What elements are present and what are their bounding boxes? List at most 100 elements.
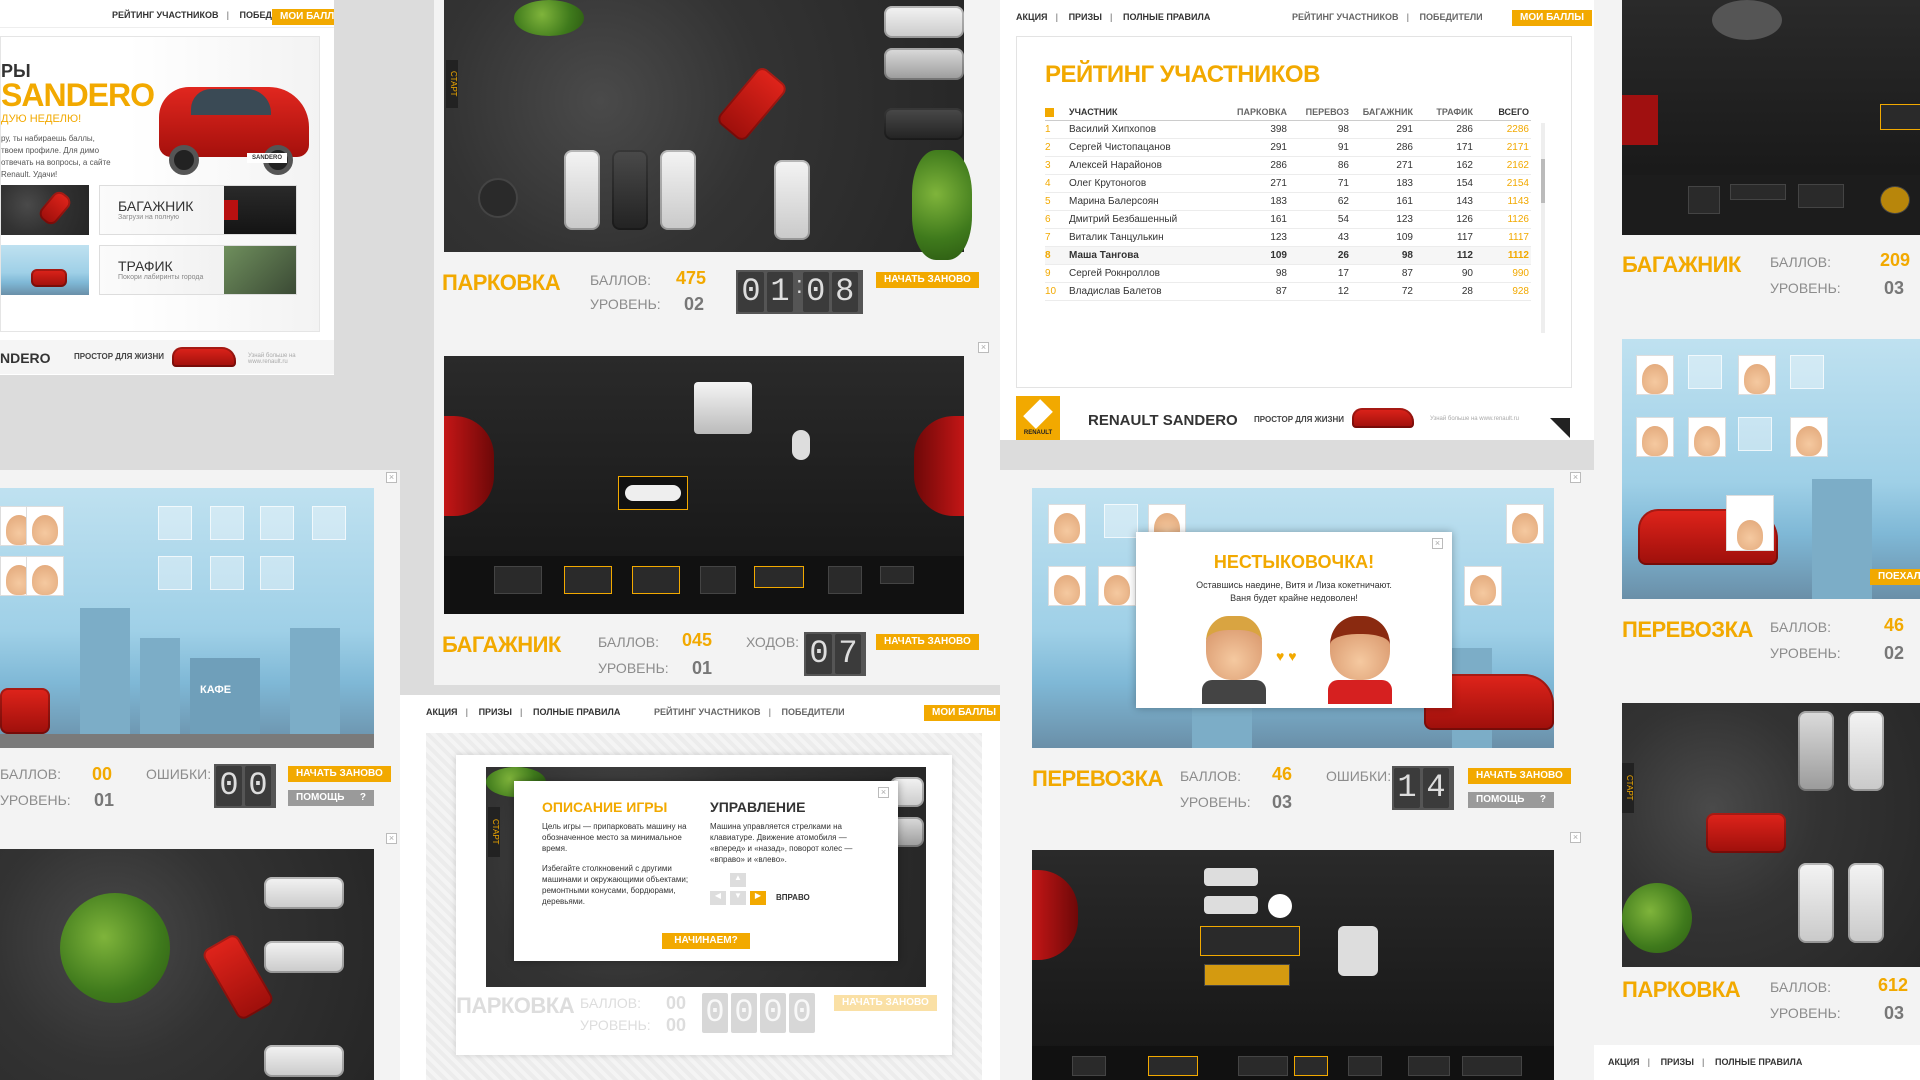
transport-field[interactable]: ПОЕХАЛИ! bbox=[1622, 339, 1920, 599]
sandero-car-image: SANDERO bbox=[151, 67, 316, 182]
sneaker-item[interactable] bbox=[1200, 926, 1300, 956]
footer-link[interactable]: Узнай больше на www.renault.ru bbox=[1430, 416, 1519, 422]
cell-b: 109 bbox=[1396, 232, 1413, 243]
points-label: БАЛЛОВ: bbox=[590, 272, 652, 288]
game-card-trunk[interactable]: БАГАЖНИК Загрузи на полную bbox=[99, 185, 297, 235]
restart-button[interactable]: НАЧАТЬ ЗАНОВО bbox=[1468, 768, 1571, 784]
col-total[interactable]: ВСЕГО bbox=[1473, 107, 1529, 117]
level-value: 03 bbox=[1884, 1003, 1905, 1023]
game-card-trunk-thumb[interactable] bbox=[1, 185, 89, 235]
table-row[interactable]: 2 Сергей Чистопацанов 291 91 286 171 2171 bbox=[1045, 139, 1531, 157]
nav-rating[interactable]: РЕЙТИНГ УЧАСТНИКОВ bbox=[112, 10, 218, 20]
table-row[interactable]: 6 Дмитрий Безбашенный 161 54 123 126 1126 bbox=[1045, 211, 1531, 229]
table-row[interactable]: 9 Сергей Рокнроллов 98 17 87 90 990 bbox=[1045, 265, 1531, 283]
close-icon[interactable]: × bbox=[386, 472, 397, 483]
cell-total: 2171 bbox=[1506, 142, 1529, 153]
cell-b: 286 bbox=[1396, 142, 1413, 153]
nav-prizes[interactable]: ПРИЗЫ bbox=[1661, 1057, 1694, 1067]
cell-name: Алексей Нарайонов bbox=[1069, 160, 1162, 171]
paper-roll-item[interactable] bbox=[618, 476, 688, 510]
avatar-liza bbox=[26, 506, 64, 546]
game-card-traffic[interactable]: ТРАФИК Покори лабиринты города bbox=[99, 245, 297, 295]
level-label: УРОВЕНЬ: bbox=[1180, 794, 1251, 810]
table-row[interactable]: 5 Марина Балерсоян 183 62 161 143 1143 bbox=[1045, 193, 1531, 211]
screenshot-collage: РЕЙТИНГ УЧАСТНИКОВ| ПОБЕДИТЕЛИ МОИ БАЛЛЫ… bbox=[0, 0, 1920, 1080]
game-card-traffic-thumb[interactable] bbox=[1, 245, 89, 295]
close-icon[interactable]: × bbox=[386, 833, 397, 844]
nav-winners[interactable]: ПОБЕДИТЕЛИ bbox=[1420, 12, 1483, 22]
nav-rating[interactable]: РЕЙТИНГ УЧАСТНИКОВ bbox=[1292, 12, 1398, 22]
cell-b: 87 bbox=[1401, 268, 1413, 279]
instructions-dialog: × ОПИСАНИЕ ИГРЫ Цель игры — припарковать… bbox=[514, 781, 898, 961]
instructions-tile: АКЦИЯ | ПРИЗЫ | ПОЛНЫЕ ПРАВИЛА РЕЙТИНГ УЧА… bbox=[400, 695, 1000, 1080]
footer-link[interactable]: Узнай больше на www.renault.ru bbox=[248, 353, 334, 365]
footer-slogan: ПРОСТОР ДЛЯ ЖИЗНИ bbox=[1254, 415, 1345, 424]
rating-title: РЕЙТИНГ УЧАСТНИКОВ bbox=[1045, 61, 1320, 88]
col-participant[interactable]: УЧАСТНИК bbox=[1069, 107, 1217, 117]
table-row[interactable]: 1 Василий Хипхопов 398 98 291 286 2286 bbox=[1045, 121, 1531, 139]
cell-t: 62 bbox=[1337, 196, 1349, 207]
nav-promo[interactable]: АКЦИЯ bbox=[1608, 1057, 1640, 1067]
help-button[interactable]: ПОМОЩЬ ? bbox=[1468, 792, 1554, 808]
cell-p: 398 bbox=[1270, 124, 1287, 135]
nav-rules[interactable]: ПОЛНЫЕ ПРАВИЛА bbox=[1123, 12, 1210, 22]
nav-rating[interactable]: РЕЙТИНГ УЧАСТНИКОВ bbox=[654, 707, 760, 717]
close-icon[interactable]: × bbox=[878, 787, 889, 798]
table-row[interactable]: 3 Алексей Нарайонов 286 86 271 162 2162 bbox=[1045, 157, 1531, 175]
nav-promo[interactable]: АКЦИЯ bbox=[1016, 12, 1048, 22]
points-value: 475 bbox=[676, 268, 707, 288]
restart-button[interactable]: НАЧАТЬ ЗАНОВО bbox=[876, 272, 979, 288]
parking-field[interactable]: СТАРТ bbox=[444, 0, 972, 260]
nav-prizes[interactable]: ПРИЗЫ bbox=[479, 707, 512, 717]
go-button[interactable]: ПОЕХАЛИ! bbox=[1870, 569, 1920, 585]
cell-name: Маша Тангова bbox=[1069, 250, 1139, 261]
trunk-field[interactable] bbox=[444, 356, 964, 614]
begin-button[interactable]: НАЧИНАЕМ? bbox=[662, 933, 750, 949]
close-icon[interactable]: × bbox=[1570, 472, 1581, 483]
nav-winners[interactable]: ПОБЕДИТЕЛИ bbox=[782, 707, 845, 717]
cell-n: 3 bbox=[1045, 160, 1051, 171]
cell-t: 98 bbox=[1337, 124, 1349, 135]
errors-display: 14 bbox=[1392, 766, 1454, 810]
col-transport[interactable]: ПЕРЕВОЗ bbox=[1287, 107, 1349, 117]
arrow-keys-icon: ▲ ◀ ▼ ▶ bbox=[710, 873, 770, 913]
cell-b: 271 bbox=[1396, 160, 1413, 171]
cell-name: Марина Балерсоян bbox=[1069, 196, 1159, 207]
table-row[interactable]: 4 Олег Крутоногов 271 71 183 154 2154 bbox=[1045, 175, 1531, 193]
col-traffic[interactable]: ТРАФИК bbox=[1413, 107, 1473, 117]
my-points-button[interactable]: МОИ БАЛЛЫ bbox=[272, 9, 334, 25]
level-value: 02 bbox=[684, 294, 705, 314]
popup-text: Ваня будет крайне недоволен! bbox=[1230, 593, 1358, 603]
promo-subtitle: ДУЮ НЕДЕЛЮ! bbox=[1, 113, 82, 125]
level-value: 00 bbox=[666, 1015, 687, 1035]
nav-promo[interactable]: АКЦИЯ bbox=[426, 707, 458, 717]
ctrl-text: Машина управляется стрелками на клавиату… bbox=[710, 822, 853, 864]
cell-t: 86 bbox=[1337, 160, 1349, 171]
transport-field[interactable]: × НЕСТЫКОВОЧКА! Оставшись наедине, Витя … bbox=[1032, 488, 1554, 748]
popup-dialog: × НЕСТЫКОВОЧКА! Оставшись наедине, Витя … bbox=[1136, 532, 1452, 708]
restart-button[interactable]: НАЧАТЬ ЗАНОВО bbox=[876, 634, 979, 650]
col-trunk[interactable]: БАГАЖНИК bbox=[1349, 107, 1413, 117]
restart-button[interactable]: НАЧАТЬ ЗАНОВО bbox=[834, 995, 937, 1011]
close-icon[interactable]: × bbox=[1570, 832, 1581, 843]
nav-rules[interactable]: ПОЛНЫЕ ПРАВИЛА bbox=[533, 707, 620, 717]
table-row[interactable]: 7 Виталик Танцулькин 123 43 109 117 1117 bbox=[1045, 229, 1531, 247]
transport-game-left-tile: × КАФЕ БАЛЛОВ: 00 УРОВЕНЬ: 01 ОШИБКИ: 00… bbox=[0, 470, 400, 825]
close-icon[interactable]: × bbox=[978, 342, 989, 353]
nav-prizes[interactable]: ПРИЗЫ bbox=[1069, 12, 1102, 22]
timer-display: 0000 bbox=[702, 993, 818, 1033]
close-icon[interactable]: × bbox=[1432, 538, 1443, 549]
transport-field[interactable]: КАФЕ bbox=[0, 488, 374, 748]
cell-t: 12 bbox=[1337, 286, 1349, 297]
table-scrollbar[interactable] bbox=[1541, 123, 1545, 333]
cell-b: 123 bbox=[1396, 214, 1413, 225]
my-points-button[interactable]: МОИ БАЛЛЫ bbox=[1512, 10, 1593, 26]
help-button[interactable]: ПОМОЩЬ ? bbox=[288, 790, 374, 806]
my-points-button[interactable]: МОИ БАЛЛЫ bbox=[924, 705, 1000, 721]
nav-rules[interactable]: ПОЛНЫЕ ПРАВИЛА bbox=[1715, 1057, 1802, 1067]
table-row[interactable]: 8 Маша Тангова 109 26 98 112 1112 bbox=[1045, 247, 1531, 265]
table-row[interactable]: 10 Владислав Балетов 87 12 72 28 928 bbox=[1045, 283, 1531, 301]
col-parking[interactable]: ПАРКОВКА bbox=[1217, 107, 1287, 117]
cell-tr: 171 bbox=[1456, 142, 1473, 153]
restart-button[interactable]: НАЧАТЬ ЗАНОВО bbox=[288, 766, 391, 782]
